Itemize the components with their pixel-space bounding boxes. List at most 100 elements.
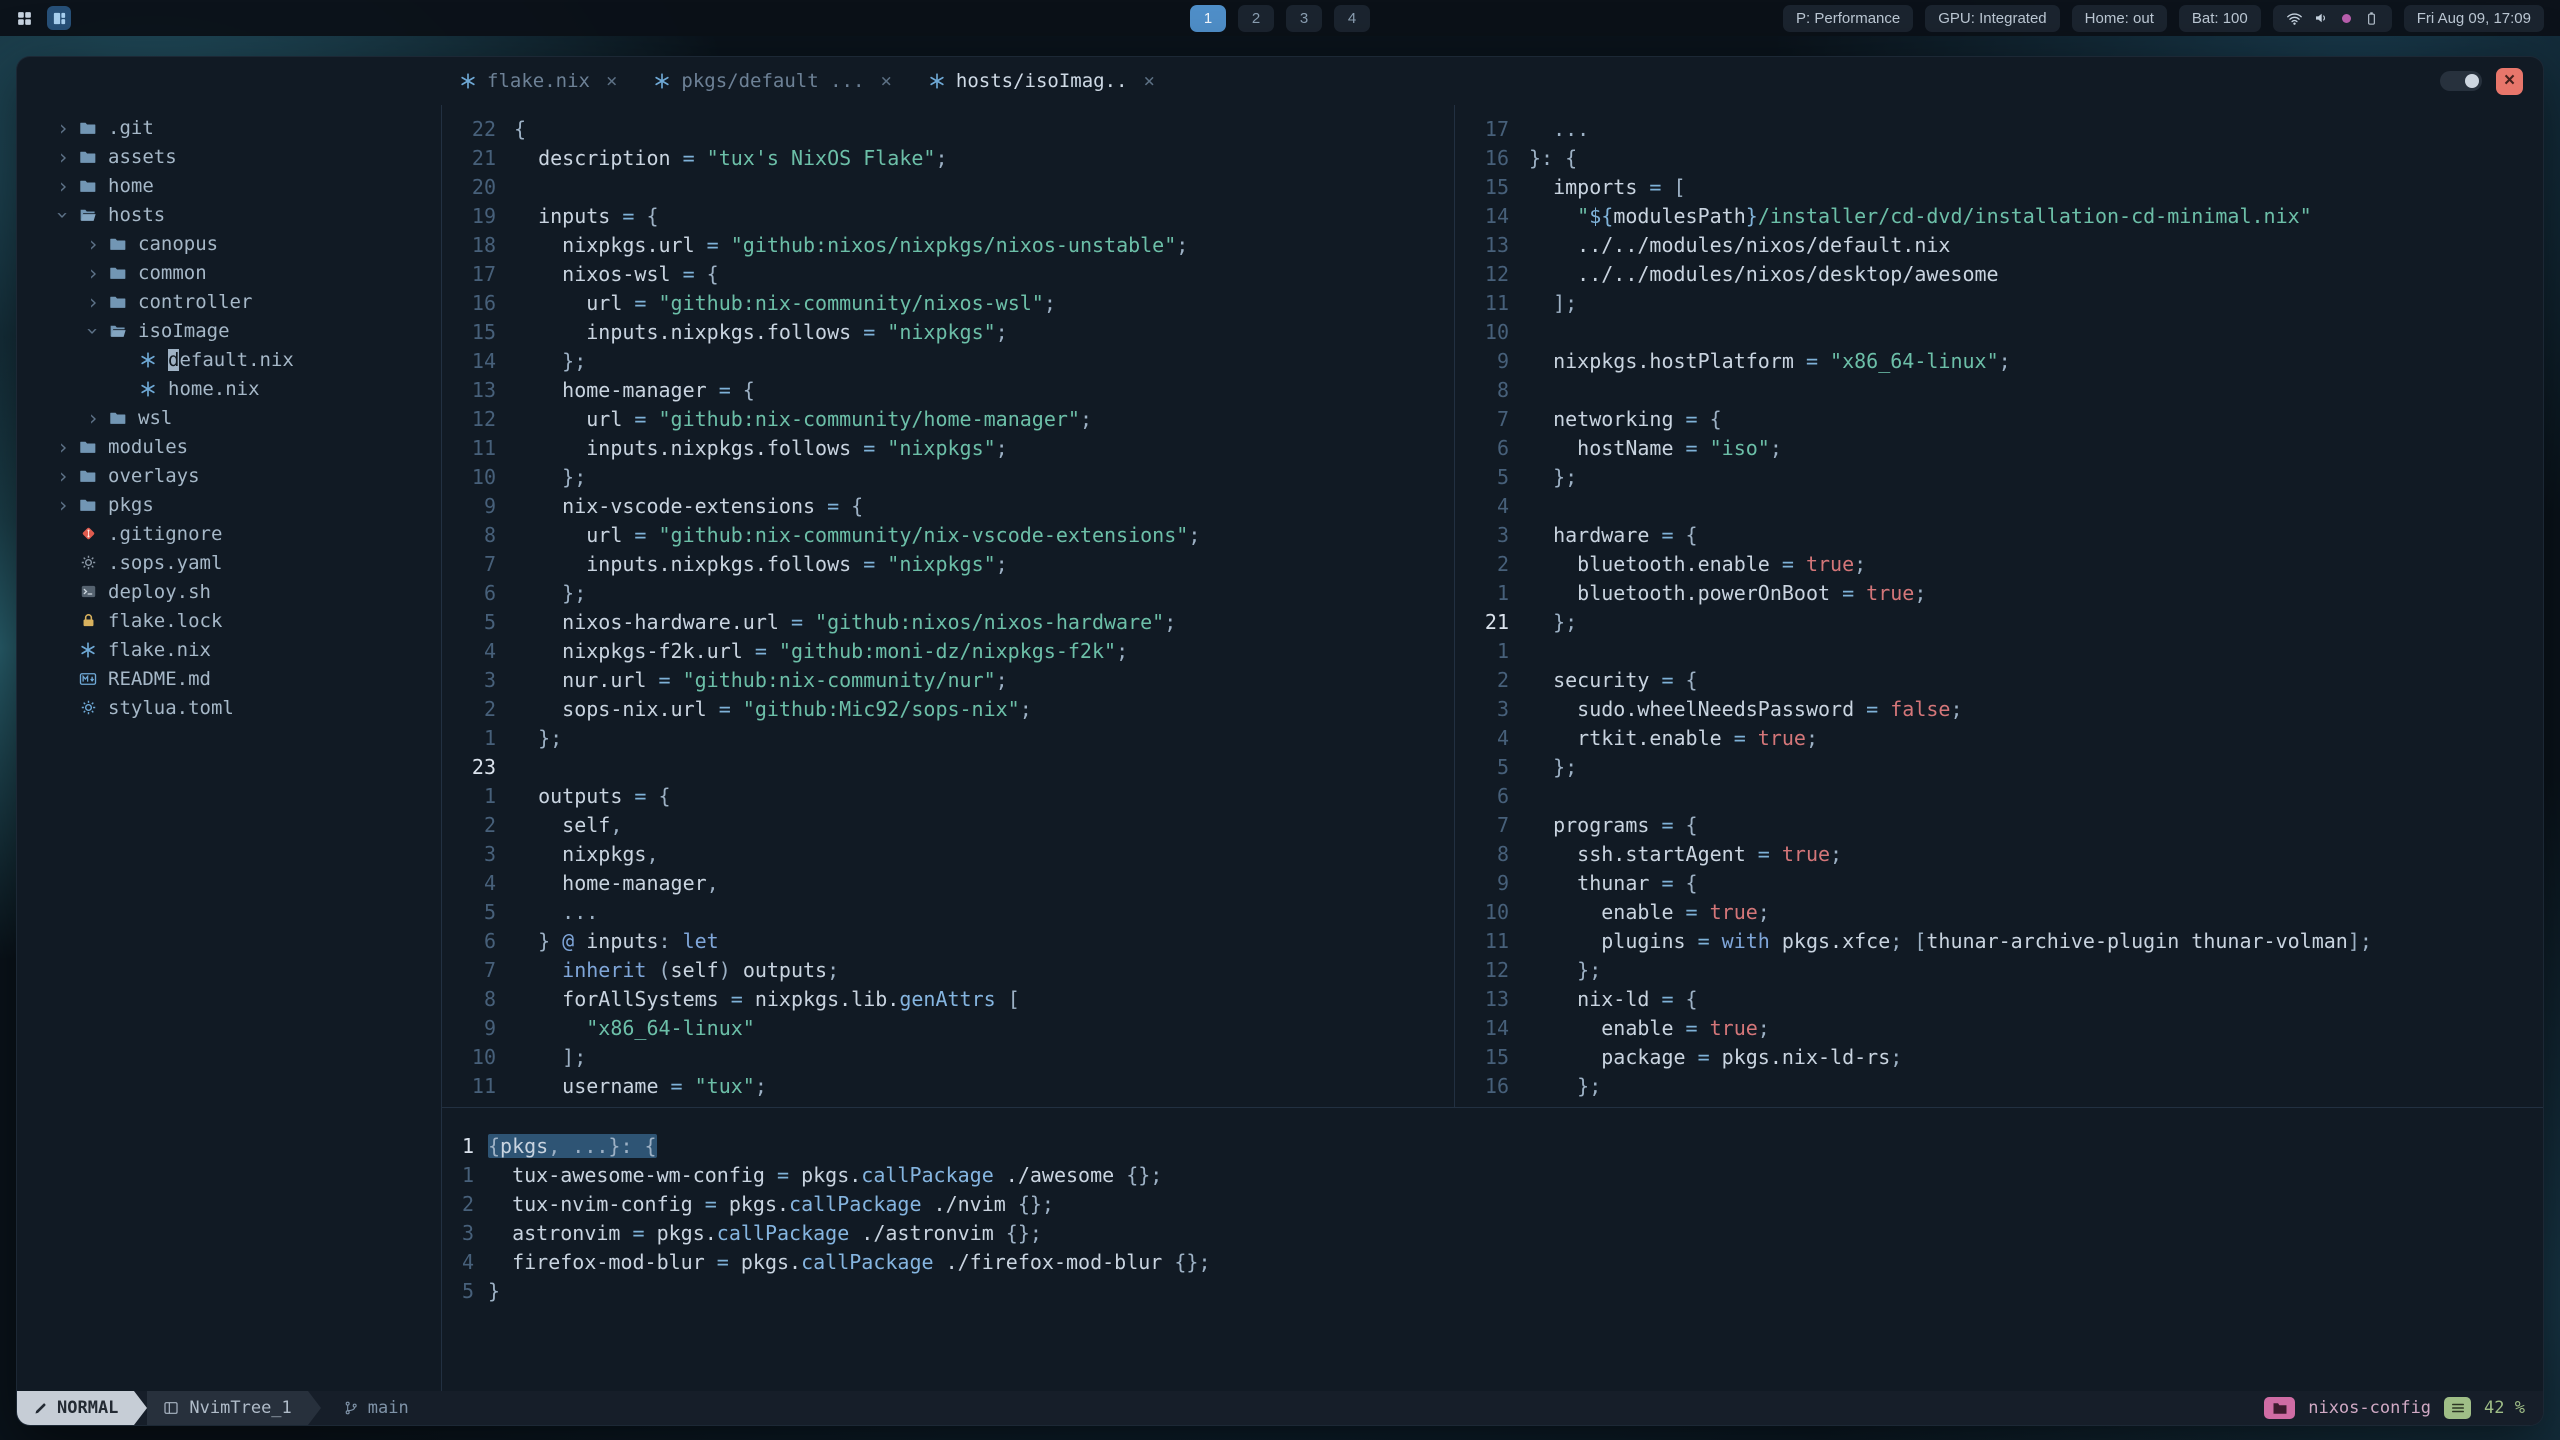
battery-icon[interactable]: [2364, 11, 2379, 26]
code-line[interactable]: 12 url = "github:nix-community/home-mana…: [442, 405, 1454, 434]
tree-item-home[interactable]: › home: [17, 171, 441, 200]
code-line[interactable]: 22 {: [442, 115, 1454, 144]
window-close-button[interactable]: ×: [2496, 67, 2523, 95]
chevron-right-icon[interactable]: ›: [51, 145, 75, 169]
code-line[interactable]: 10: [1455, 318, 2543, 347]
code-line[interactable]: 23: [442, 753, 1454, 782]
code-line[interactable]: 8: [1455, 376, 2543, 405]
tree-item-home-nix[interactable]: home.nix: [17, 374, 441, 403]
code-line[interactable]: 13 nix-ld = {: [1455, 985, 2543, 1014]
code-line[interactable]: 7 inputs.nixpkgs.follows = "nixpkgs";: [442, 550, 1454, 579]
code-line[interactable]: 7 programs = {: [1455, 811, 2543, 840]
file-tree[interactable]: › .git › assets › home › hosts › canopus › common › c…: [17, 105, 441, 1391]
code-line[interactable]: 17 ...: [1455, 115, 2543, 144]
audio-icon[interactable]: [2313, 10, 2329, 26]
code-line[interactable]: 9 nix-vscode-extensions = {: [442, 492, 1454, 521]
code-line[interactable]: 3 sudo.wheelNeedsPassword = false;: [1455, 695, 2543, 724]
tree-item-wsl[interactable]: › wsl: [17, 403, 441, 432]
status-pill[interactable]: P: Performance: [1783, 4, 1914, 32]
code-line[interactable]: 8 ssh.startAgent = true;: [1455, 840, 2543, 869]
tab-pkgs-default-[interactable]: pkgs/default ... ×: [635, 57, 909, 105]
code-line[interactable]: 16 url = "github:nix-community/nixos-wsl…: [442, 289, 1454, 318]
code-line[interactable]: 8 url = "github:nix-community/nix-vscode…: [442, 521, 1454, 550]
status-pill[interactable]: Home: out: [2071, 4, 2167, 32]
tree-item--sops-yaml[interactable]: .sops.yaml: [17, 548, 441, 577]
code-line[interactable]: 6 hostName = "iso";: [1455, 434, 2543, 463]
tree-item-default-nix[interactable]: default.nix: [17, 345, 441, 374]
code-line[interactable]: 9 "x86_64-linux": [442, 1014, 1454, 1043]
tree-item-pkgs[interactable]: › pkgs: [17, 490, 441, 519]
pane-pkgs-default-nix[interactable]: 1 {pkgs, ...}: {1 tux-awesome-wm-config =…: [442, 1107, 2543, 1391]
code-line[interactable]: 1 };: [442, 724, 1454, 753]
tree-item-common[interactable]: › common: [17, 258, 441, 287]
code-line[interactable]: 15 package = pkgs.nix-ld-rs;: [1455, 1043, 2543, 1072]
tree-item-overlays[interactable]: › overlays: [17, 461, 441, 490]
status-pill[interactable]: GPU: Integrated: [1925, 4, 2060, 32]
wifi-icon[interactable]: [2286, 10, 2303, 27]
code-line[interactable]: 20: [442, 173, 1454, 202]
code-line[interactable]: 21 };: [1455, 608, 2543, 637]
chevron-right-icon[interactable]: ›: [51, 493, 75, 517]
code-line[interactable]: 13 home-manager = {: [442, 376, 1454, 405]
code-line[interactable]: 18 nixpkgs.url = "github:nixos/nixpkgs/n…: [442, 231, 1454, 260]
code-line[interactable]: 9 nixpkgs.hostPlatform = "x86_64-linux";: [1455, 347, 2543, 376]
code-line[interactable]: 1 bluetooth.powerOnBoot = true;: [1455, 579, 2543, 608]
code-line[interactable]: 10 enable = true;: [1455, 898, 2543, 927]
chevron-right-icon[interactable]: ›: [51, 174, 75, 198]
code-line[interactable]: 7 networking = {: [1455, 405, 2543, 434]
code-line[interactable]: 19 inputs = {: [442, 202, 1454, 231]
app-launcher-icon[interactable]: [16, 10, 33, 27]
code-line[interactable]: 1 {pkgs, ...}: {: [442, 1132, 2543, 1161]
code-line[interactable]: 12 ../../modules/nixos/desktop/awesome: [1455, 260, 2543, 289]
code-line[interactable]: 11 plugins = with pkgs.xfce; [thunar-arc…: [1455, 927, 2543, 956]
tab-close-icon[interactable]: ×: [1143, 70, 1154, 92]
tree-item-controller[interactable]: › controller: [17, 287, 441, 316]
workspace-button-1[interactable]: 1: [1190, 4, 1226, 32]
chevron-right-icon[interactable]: ›: [51, 435, 75, 459]
tree-item-deploy-sh[interactable]: deploy.sh: [17, 577, 441, 606]
code-line[interactable]: 21 description = "tux's NixOS Flake";: [442, 144, 1454, 173]
code-line[interactable]: 7 inherit (self) outputs;: [442, 956, 1454, 985]
code-line[interactable]: 2 bluetooth.enable = true;: [1455, 550, 2543, 579]
chevron-down-icon[interactable]: ›: [51, 203, 75, 227]
record-icon[interactable]: [2339, 11, 2354, 26]
tree-item--gitignore[interactable]: .gitignore: [17, 519, 441, 548]
tab-flake-nix[interactable]: flake.nix ×: [441, 57, 635, 105]
workspace-button-3[interactable]: 3: [1286, 4, 1322, 32]
workspace-button-4[interactable]: 4: [1334, 4, 1370, 32]
code-line[interactable]: 13 ../../modules/nixos/default.nix: [1455, 231, 2543, 260]
code-line[interactable]: 5}: [442, 1277, 2543, 1306]
code-line[interactable]: 5 nixos-hardware.url = "github:nixos/nix…: [442, 608, 1454, 637]
code-line[interactable]: 9 thunar = {: [1455, 869, 2543, 898]
code-line[interactable]: 3 nixpkgs,: [442, 840, 1454, 869]
code-line[interactable]: 1: [1455, 637, 2543, 666]
code-line[interactable]: 16 };: [1455, 1072, 2543, 1101]
tab-close-icon[interactable]: ×: [606, 70, 617, 92]
code-line[interactable]: 4: [1455, 492, 2543, 521]
code-line[interactable]: 11 inputs.nixpkgs.follows = "nixpkgs";: [442, 434, 1454, 463]
code-line[interactable]: 5 };: [1455, 463, 2543, 492]
tree-item-canopus[interactable]: › canopus: [17, 229, 441, 258]
code-line[interactable]: 2 sops-nix.url = "github:Mic92/sops-nix"…: [442, 695, 1454, 724]
pane-flake-nix[interactable]: 22{21 description = "tux's NixOS Flake";…: [442, 105, 1455, 1107]
code-line[interactable]: 8 forAllSystems = nixpkgs.lib.genAttrs [: [442, 985, 1454, 1014]
status-pill[interactable]: Bat: 100: [2178, 4, 2261, 32]
chevron-down-icon[interactable]: ›: [81, 319, 105, 343]
code-line[interactable]: 5 ...: [442, 898, 1454, 927]
code-line[interactable]: 4 home-manager,: [442, 869, 1454, 898]
window-toggle[interactable]: [2440, 71, 2482, 91]
chevron-right-icon[interactable]: ›: [81, 406, 105, 430]
tree-item--git[interactable]: › .git: [17, 113, 441, 142]
code-line[interactable]: 16}: {: [1455, 144, 2543, 173]
code-line[interactable]: 4 rtkit.enable = true;: [1455, 724, 2543, 753]
tree-item-assets[interactable]: › assets: [17, 142, 441, 171]
tree-item-modules[interactable]: › modules: [17, 432, 441, 461]
tab-hosts-isoimag-[interactable]: hosts/isoImag.. ×: [910, 57, 1173, 105]
tree-item-flake-nix[interactable]: flake.nix: [17, 635, 441, 664]
tab-close-icon[interactable]: ×: [880, 70, 891, 92]
tree-item-hosts[interactable]: › hosts: [17, 200, 441, 229]
chevron-right-icon[interactable]: ›: [81, 261, 105, 285]
code-line[interactable]: 1 outputs = {: [442, 782, 1454, 811]
code-line[interactable]: 2 security = {: [1455, 666, 2543, 695]
chevron-right-icon[interactable]: ›: [51, 116, 75, 140]
